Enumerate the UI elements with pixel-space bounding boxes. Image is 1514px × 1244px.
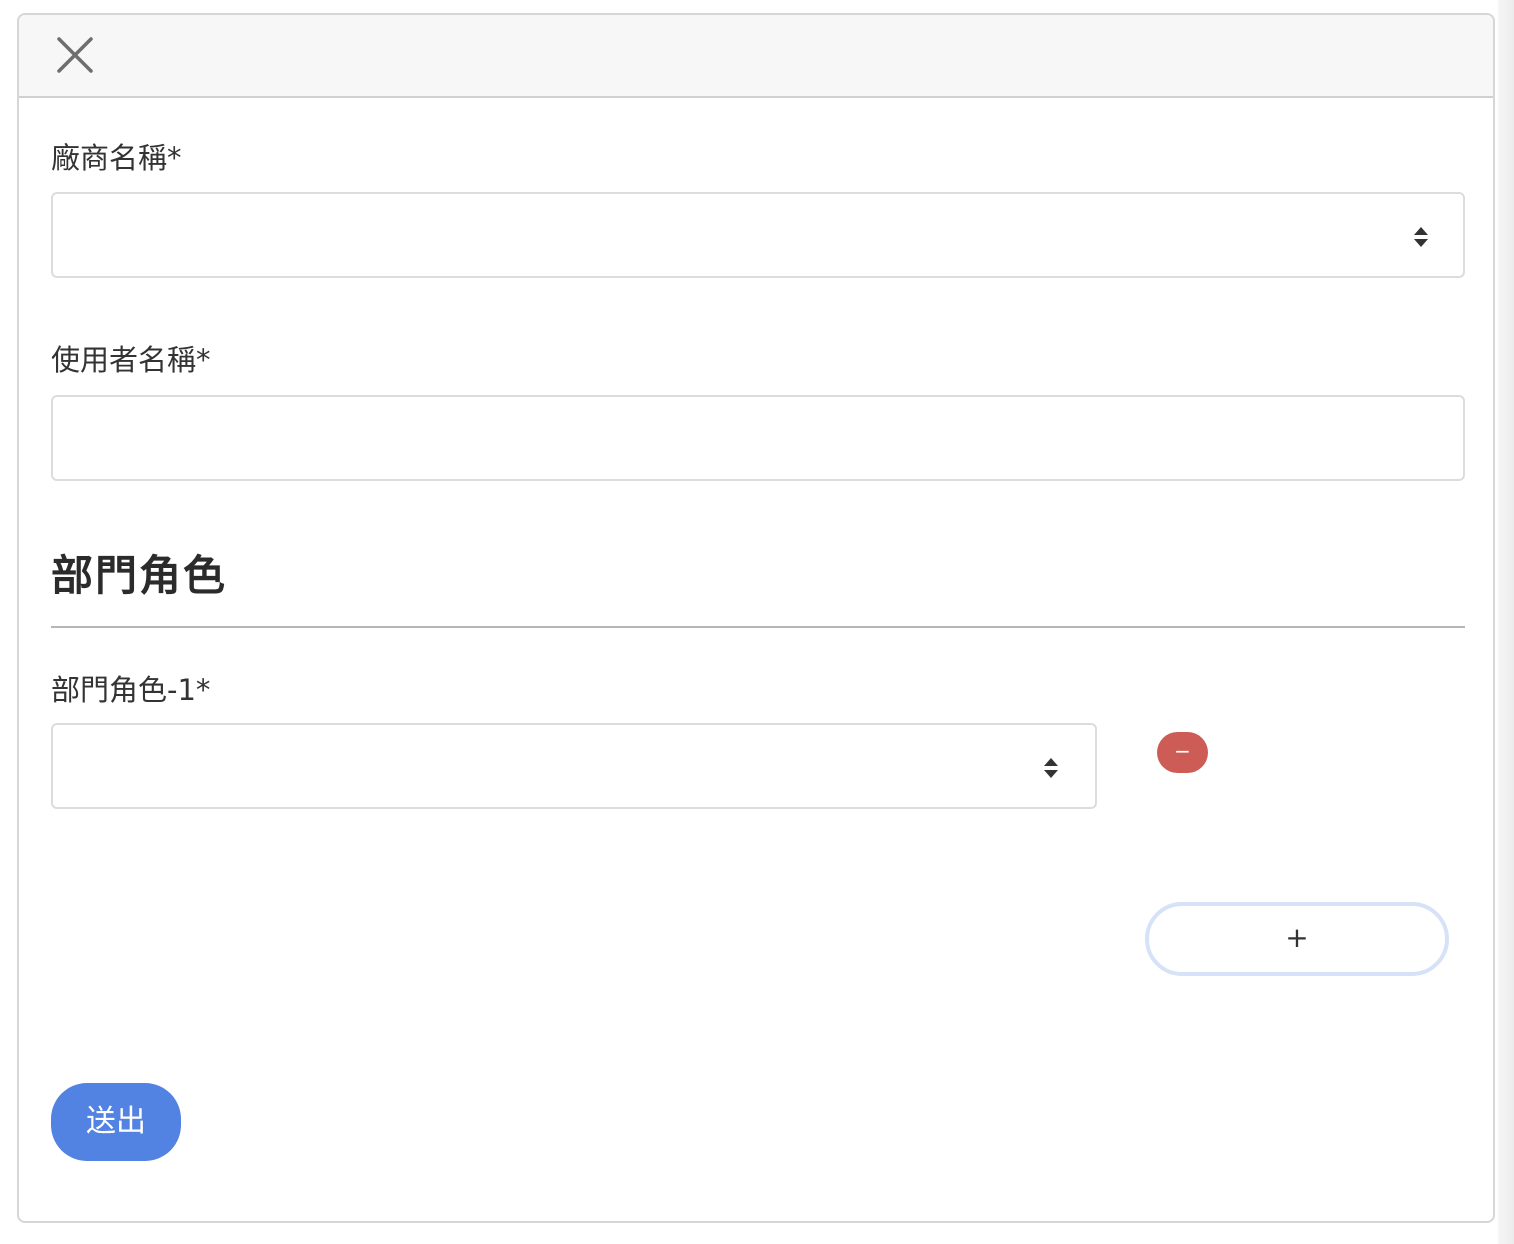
remove-department-role-button[interactable]: −	[1157, 732, 1208, 773]
select-arrows-icon	[1044, 758, 1058, 778]
department-role-1-select[interactable]	[51, 723, 1097, 809]
close-icon	[57, 37, 93, 73]
user-name-label: 使用者名稱*	[51, 343, 211, 377]
department-roles-title: 部門角色	[51, 551, 228, 600]
close-button[interactable]	[55, 35, 95, 75]
section-divider	[51, 626, 1465, 628]
modal-header	[19, 15, 1493, 98]
vendor-name-label: 廠商名稱*	[51, 141, 182, 175]
page-edge-shade	[1498, 0, 1514, 1244]
add-department-role-button[interactable]: +	[1145, 902, 1449, 976]
user-name-input[interactable]	[51, 395, 1465, 481]
select-arrows-icon	[1414, 227, 1428, 247]
vendor-name-select[interactable]	[51, 192, 1465, 278]
submit-button[interactable]: 送出	[51, 1083, 181, 1161]
user-form-modal: 廠商名稱* 使用者名稱* 部門角色 部門角色-1* − + 送出	[17, 13, 1495, 1223]
department-role-1-label: 部門角色-1*	[51, 673, 211, 707]
